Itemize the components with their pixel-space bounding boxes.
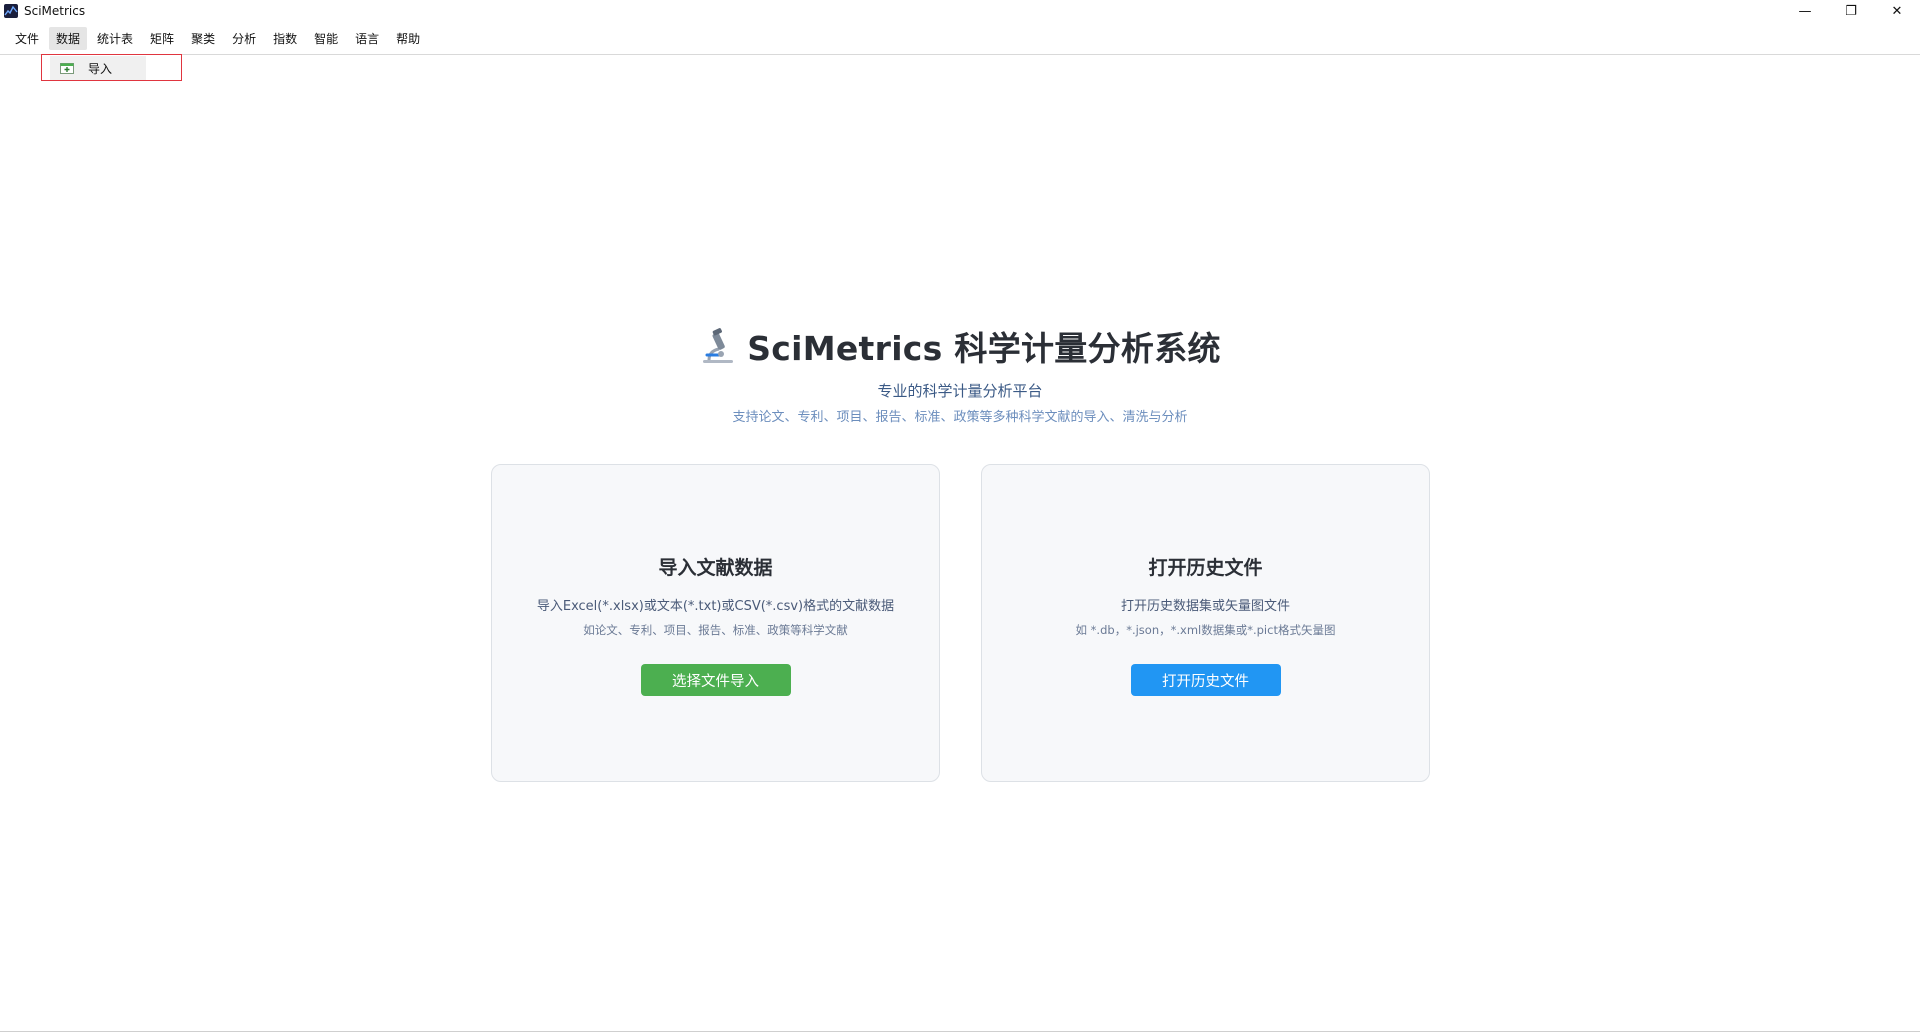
menu-divider <box>0 54 1920 55</box>
history-card-note: 如 *.db，*.json，*.xml数据集或*.pict格式矢量图 <box>1075 623 1336 637</box>
menu-bar: 文件 数据 统计表 矩阵 聚类 分析 指数 智能 语言 帮助 <box>0 26 1920 50</box>
import-card: 导入文献数据 导入Excel(*.xlsx)或文本(*.txt)或CSV(*.c… <box>491 464 940 782</box>
page-description: 支持论文、专利、项目、报告、标准、政策等多种科学文献的导入、清洗与分析 <box>732 410 1188 425</box>
close-button[interactable]: ✕ <box>1874 0 1920 22</box>
select-file-import-button[interactable]: 选择文件导入 <box>640 664 791 696</box>
menu-language[interactable]: 语言 <box>348 27 386 50</box>
minimize-button[interactable]: — <box>1782 0 1828 22</box>
page-subtitle: 专业的科学计量分析平台 <box>877 382 1043 400</box>
bottom-divider <box>0 1031 1920 1032</box>
page-title: SciMetrics 科学计量分析系统 <box>0 322 1920 370</box>
restore-button[interactable]: ❐ <box>1828 0 1874 22</box>
menu-index[interactable]: 指数 <box>266 27 304 50</box>
highlight-box <box>41 54 182 81</box>
menu-file[interactable]: 文件 <box>8 27 46 50</box>
import-card-description: 导入Excel(*.xlsx)或文本(*.txt)或CSV(*.csv)格式的文… <box>536 599 895 614</box>
menu-matrix[interactable]: 矩阵 <box>143 27 181 50</box>
title-text: SciMetrics 科学计量分析系统 <box>747 329 1221 368</box>
window-title: SciMetrics <box>24 4 86 18</box>
import-card-title: 导入文献数据 <box>658 557 773 579</box>
import-card-note: 如论文、专利、项目、报告、标准、政策等科学文献 <box>583 623 848 637</box>
microscope-icon <box>699 327 737 365</box>
menu-data[interactable]: 数据 <box>49 26 88 50</box>
menu-cluster[interactable]: 聚类 <box>184 27 222 50</box>
menu-help[interactable]: 帮助 <box>389 27 427 50</box>
menu-statistics[interactable]: 统计表 <box>90 27 140 50</box>
history-card-title: 打开历史文件 <box>1148 557 1263 579</box>
window-controls: — ❐ ✕ <box>1782 0 1920 22</box>
menu-smart[interactable]: 智能 <box>307 27 345 50</box>
title-bar: SciMetrics — ❐ ✕ <box>0 0 1920 22</box>
open-history-file-button[interactable]: 打开历史文件 <box>1130 664 1281 696</box>
app-logo-icon <box>4 4 18 18</box>
history-card-description: 打开历史数据集或矢量图文件 <box>1120 599 1290 614</box>
menu-analysis[interactable]: 分析 <box>225 27 263 50</box>
history-card: 打开历史文件 打开历史数据集或矢量图文件 如 *.db，*.json，*.xml… <box>981 464 1430 782</box>
